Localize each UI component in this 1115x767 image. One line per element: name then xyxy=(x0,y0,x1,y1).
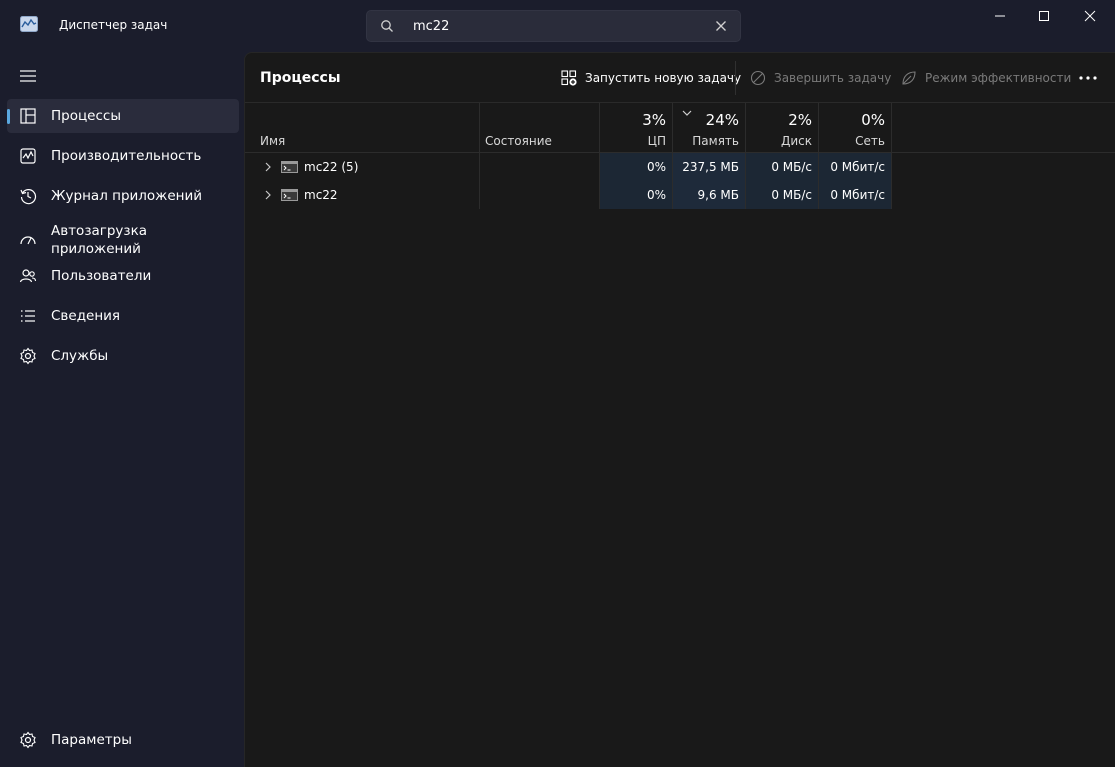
column-header-memory[interactable]: 24% Память xyxy=(672,103,745,152)
column-header-network[interactable]: 0% Сеть xyxy=(818,103,891,152)
process-status xyxy=(485,181,595,209)
title-bar: Диспетчер задач xyxy=(0,0,1115,52)
hamburger-icon xyxy=(20,70,36,82)
processes-panel: Процессы Запустить новую задачу Завершит… xyxy=(244,52,1115,767)
services-gear-icon xyxy=(20,347,36,365)
sidebar-item-label: Параметры xyxy=(51,732,132,748)
process-name: mc22 xyxy=(304,188,338,202)
end-task-button[interactable]: Завершить задачу xyxy=(750,67,891,89)
run-new-task-icon xyxy=(561,70,577,86)
search-icon xyxy=(381,20,393,32)
clear-search-icon[interactable] xyxy=(714,19,728,33)
sidebar-item-performance[interactable]: Производительность xyxy=(7,139,239,173)
efficiency-leaf-icon xyxy=(902,71,916,85)
efficiency-mode-button[interactable]: Режим эффективности xyxy=(901,67,1071,89)
sort-chevron-down-icon xyxy=(682,110,692,116)
column-header-cpu[interactable]: 3% ЦП xyxy=(599,103,672,152)
process-cpu: 0% xyxy=(646,188,666,202)
disk-total-percent: 2% xyxy=(788,111,812,129)
sidebar-item-startup-apps[interactable]: Автозагрузка приложений xyxy=(7,220,239,260)
run-new-task-button[interactable]: Запустить новую задачу xyxy=(561,67,741,89)
console-app-icon xyxy=(281,189,298,201)
column-header-status[interactable]: Состояние xyxy=(479,103,599,152)
sidebar-item-processes[interactable]: Процессы xyxy=(7,99,239,133)
expand-chevron-icon[interactable] xyxy=(262,161,274,173)
column-label: Сеть xyxy=(855,134,885,148)
sidebar-item-label: Пользователи xyxy=(51,268,152,284)
settings-gear-icon xyxy=(20,731,36,749)
console-app-icon xyxy=(281,161,298,173)
sidebar-item-users[interactable]: Пользователи xyxy=(7,259,239,293)
memory-total-percent: 24% xyxy=(705,111,739,129)
maximize-button[interactable] xyxy=(1021,0,1067,32)
column-header-disk[interactable]: 2% Диск xyxy=(745,103,818,152)
sidebar-item-services[interactable]: Службы xyxy=(7,339,239,373)
column-label: Диск xyxy=(780,134,812,148)
app-title: Диспетчер задач xyxy=(59,18,168,32)
maximize-icon xyxy=(1039,11,1049,21)
process-disk: 0 МБ/с xyxy=(771,188,812,202)
end-task-icon xyxy=(750,70,766,86)
process-network: 0 Мбит/с xyxy=(830,160,885,174)
minimize-icon xyxy=(995,15,1005,17)
expand-chevron-icon[interactable] xyxy=(262,189,274,201)
process-memory: 237,5 МБ xyxy=(682,160,739,174)
process-network: 0 Мбит/с xyxy=(830,188,885,202)
column-label: ЦП xyxy=(647,134,666,148)
process-disk: 0 МБ/с xyxy=(771,160,812,174)
sidebar-item-settings[interactable]: Параметры xyxy=(7,723,239,757)
close-button[interactable] xyxy=(1067,0,1113,32)
table-row[interactable]: mc22 0% 9,6 МБ 0 МБ/с 0 Мбит/с xyxy=(245,181,1115,209)
cpu-total-percent: 3% xyxy=(642,111,666,129)
page-title: Процессы xyxy=(260,70,341,86)
navigation-menu-button[interactable] xyxy=(14,60,42,92)
sidebar-item-label: Сведения xyxy=(51,308,121,324)
column-label: Память xyxy=(692,134,739,148)
sidebar-item-label: Службы xyxy=(51,348,109,364)
table-row[interactable]: mc22 (5) 0% 237,5 МБ 0 МБ/с 0 Мбит/с xyxy=(245,153,1115,181)
sidebar-item-details[interactable]: Сведения xyxy=(7,299,239,333)
search-box[interactable] xyxy=(366,10,741,42)
close-icon xyxy=(1084,10,1096,22)
process-cpu: 0% xyxy=(646,160,666,174)
column-label: Состояние xyxy=(485,134,552,148)
efficiency-mode-label: Режим эффективности xyxy=(925,71,1072,85)
sidebar-item-label: Журнал приложений xyxy=(51,188,203,204)
toolbar-separator xyxy=(735,61,736,95)
sidebar-item-label: Производительность xyxy=(51,148,202,164)
active-indicator xyxy=(7,109,10,124)
end-task-label: Завершить задачу xyxy=(774,71,892,85)
speedometer-icon xyxy=(20,236,36,245)
process-status xyxy=(485,153,595,181)
column-label: Имя xyxy=(260,134,286,148)
processes-icon xyxy=(20,108,36,124)
search-input[interactable] xyxy=(413,16,703,36)
sidebar-item-app-history[interactable]: Журнал приложений xyxy=(7,179,239,213)
details-list-icon xyxy=(21,310,35,322)
process-name: mc22 (5) xyxy=(304,160,359,174)
process-memory: 9,6 МБ xyxy=(697,188,739,202)
users-icon xyxy=(19,269,37,283)
task-manager-app-icon xyxy=(20,16,38,32)
column-header-name[interactable]: Имя xyxy=(245,103,479,152)
minimize-button[interactable] xyxy=(977,0,1023,32)
network-total-percent: 0% xyxy=(861,111,885,129)
performance-icon xyxy=(20,148,36,164)
history-icon xyxy=(20,189,37,205)
run-new-task-label: Запустить новую задачу xyxy=(585,71,742,85)
sidebar-item-label: Процессы xyxy=(51,108,121,124)
more-options-icon[interactable] xyxy=(1077,67,1099,89)
sidebar-item-label: Автозагрузка приложений xyxy=(51,223,148,257)
